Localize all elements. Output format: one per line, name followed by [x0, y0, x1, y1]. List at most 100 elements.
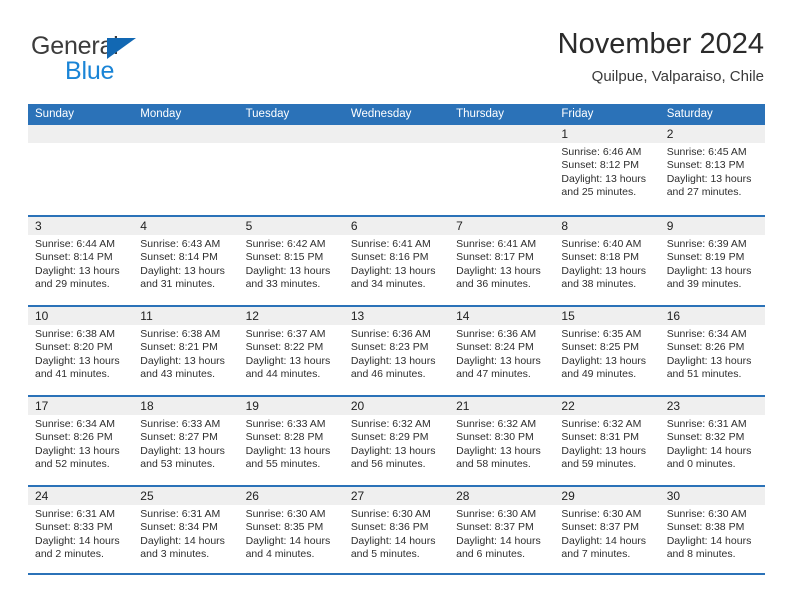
day-number-band: 18 [133, 397, 239, 415]
day-details: Sunrise: 6:42 AM Sunset: 8:15 PM Daylight:… [239, 235, 344, 292]
day-number: 18 [140, 399, 154, 413]
sunset-time: Sunset: 8:35 PM [245, 521, 324, 534]
daylight-duration-line2: and 36 minutes. [456, 278, 531, 291]
sunset-time: Sunset: 8:28 PM [245, 431, 324, 444]
calendar-day-cell[interactable]: 3 Sunrise: 6:44 AM Sunset: 8:14 PM Daylight… [28, 217, 134, 305]
weekday-header-thursday: Thursday [456, 108, 505, 120]
calendar-day-cell[interactable]: 2 Sunrise: 6:45 AM Sunset: 8:13 PM Daylight… [659, 125, 765, 215]
calendar-day-cell[interactable]: 11 Sunrise: 6:38 AM Sunset: 8:21 PM Dayligh… [133, 307, 239, 395]
day-details: Sunrise: 6:45 AM Sunset: 8:13 PM Daylight:… [660, 143, 765, 200]
daylight-duration-line1: Daylight: 14 hours [140, 534, 225, 547]
calendar-day-cell[interactable]: 14 Sunrise: 6:36 AM Sunset: 8:24 PM Dayligh… [449, 307, 555, 395]
day-number-band: 12 [238, 307, 344, 325]
day-details: Sunrise: 6:41 AM Sunset: 8:16 PM Daylight:… [344, 235, 449, 292]
calendar-day-cell[interactable]: 29 Sunrise: 6:30 AM Sunset: 8:37 PM Dayligh… [554, 487, 660, 573]
daylight-duration-line1: Daylight: 13 hours [456, 264, 541, 277]
daylight-duration-line2: and 56 minutes. [350, 458, 426, 471]
calendar-day-cell-empty [28, 125, 134, 215]
daylight-duration-line1: Daylight: 14 hours [456, 534, 541, 547]
general-blue-logo[interactable]: General Blue [31, 34, 231, 90]
sunrise-time: Sunrise: 6:31 AM [140, 508, 221, 520]
sunset-time: Sunset: 8:26 PM [666, 341, 745, 354]
calendar-week-row: 17 Sunrise: 6:34 AM Sunset: 8:26 PM Dayligh… [28, 395, 765, 485]
daylight-duration-line1: Daylight: 13 hours [456, 444, 541, 457]
daylight-duration-line1: Daylight: 13 hours [350, 264, 436, 277]
day-details: Sunrise: 6:44 AM Sunset: 8:14 PM Daylight:… [28, 235, 133, 292]
day-details: Sunrise: 6:30 AM Sunset: 8:37 PM Daylight:… [554, 505, 659, 562]
calendar-day-cell[interactable]: 4 Sunrise: 6:43 AM Sunset: 8:14 PM Daylight… [133, 217, 239, 305]
page-subtitle: Quilpue, Valparaiso, Chile [591, 68, 764, 85]
day-details: Sunrise: 6:43 AM Sunset: 8:14 PM Daylight:… [133, 235, 238, 292]
calendar-day-cell[interactable]: 5 Sunrise: 6:42 AM Sunset: 8:15 PM Daylight… [238, 217, 344, 305]
calendar-day-cell[interactable]: 10 Sunrise: 6:38 AM Sunset: 8:20 PM Dayligh… [28, 307, 134, 395]
day-details: Sunrise: 6:30 AM Sunset: 8:35 PM Daylight:… [239, 505, 344, 562]
calendar-day-cell[interactable]: 7 Sunrise: 6:41 AM Sunset: 8:17 PM Daylight… [449, 217, 555, 305]
day-details: Sunrise: 6:30 AM Sunset: 8:38 PM Daylight:… [660, 505, 765, 562]
calendar-day-cell[interactable]: 6 Sunrise: 6:41 AM Sunset: 8:16 PM Daylight… [343, 217, 450, 305]
day-details: Sunrise: 6:38 AM Sunset: 8:20 PM Daylight:… [28, 325, 133, 382]
calendar-day-cell[interactable]: 9 Sunrise: 6:39 AM Sunset: 8:19 PM Daylight… [659, 217, 765, 305]
daylight-duration-line2: and 59 minutes. [561, 458, 637, 471]
calendar-day-cell[interactable]: 15 Sunrise: 6:35 AM Sunset: 8:25 PM Dayligh… [554, 307, 660, 395]
calendar-day-cell[interactable]: 20 Sunrise: 6:32 AM Sunset: 8:29 PM Dayligh… [343, 397, 450, 485]
daylight-duration-line1: Daylight: 13 hours [35, 264, 120, 277]
day-details: Sunrise: 6:35 AM Sunset: 8:25 PM Daylight:… [554, 325, 659, 382]
calendar-day-cell[interactable]: 1 Sunrise: 6:46 AM Sunset: 8:12 PM Daylight… [554, 125, 660, 215]
daylight-duration-line1: Daylight: 13 hours [140, 354, 225, 367]
daylight-duration-line2: and 6 minutes. [456, 548, 526, 561]
sunset-time: Sunset: 8:12 PM [561, 159, 640, 172]
calendar-page: General Blue November 2024 Quilpue, Valp… [0, 0, 792, 612]
calendar-day-cell[interactable]: 16 Sunrise: 6:34 AM Sunset: 8:26 PM Dayligh… [659, 307, 765, 395]
calendar-week-row: 24 Sunrise: 6:31 AM Sunset: 8:33 PM Dayligh… [28, 485, 765, 575]
sunrise-time: Sunrise: 6:32 AM [350, 418, 431, 430]
sunrise-time: Sunrise: 6:41 AM [456, 238, 537, 250]
day-details: Sunrise: 6:39 AM Sunset: 8:19 PM Daylight:… [660, 235, 765, 292]
calendar-day-cell[interactable]: 23 Sunrise: 6:31 AM Sunset: 8:32 PM Dayligh… [659, 397, 765, 485]
calendar-day-cell[interactable]: 19 Sunrise: 6:33 AM Sunset: 8:28 PM Dayligh… [238, 397, 344, 485]
sunset-time: Sunset: 8:14 PM [140, 251, 218, 264]
day-number-band: 13 [343, 307, 450, 325]
day-details: Sunrise: 6:32 AM Sunset: 8:31 PM Daylight:… [554, 415, 659, 472]
weekday-header-saturday: Saturday [666, 108, 713, 120]
calendar-day-cell[interactable]: 12 Sunrise: 6:37 AM Sunset: 8:22 PM Dayligh… [238, 307, 344, 395]
calendar-day-cell[interactable]: 21 Sunrise: 6:32 AM Sunset: 8:30 PM Dayligh… [449, 397, 555, 485]
daylight-duration-line2: and 52 minutes. [35, 458, 110, 471]
calendar-day-cell[interactable]: 28 Sunrise: 6:30 AM Sunset: 8:37 PM Dayligh… [449, 487, 555, 573]
sunset-time: Sunset: 8:21 PM [140, 341, 218, 354]
calendar-day-cell[interactable]: 18 Sunrise: 6:33 AM Sunset: 8:27 PM Dayligh… [133, 397, 239, 485]
day-number-band: 10 [28, 307, 134, 325]
daylight-duration-line1: Daylight: 13 hours [140, 444, 225, 457]
day-details: Sunrise: 6:32 AM Sunset: 8:30 PM Daylight:… [449, 415, 554, 472]
logo-secondary-text: Blue [65, 57, 115, 85]
calendar-day-cell[interactable]: 30 Sunrise: 6:30 AM Sunset: 8:38 PM Dayligh… [659, 487, 765, 573]
day-number-band [449, 125, 555, 143]
sunrise-time: Sunrise: 6:32 AM [456, 418, 537, 430]
calendar-day-cell[interactable]: 22 Sunrise: 6:32 AM Sunset: 8:31 PM Dayligh… [554, 397, 660, 485]
sunset-time: Sunset: 8:29 PM [350, 431, 429, 444]
daylight-duration-line2: and 2 minutes. [35, 548, 104, 561]
day-details: Sunrise: 6:36 AM Sunset: 8:24 PM Daylight:… [449, 325, 554, 382]
sunrise-time: Sunrise: 6:46 AM [561, 146, 642, 158]
day-details: Sunrise: 6:37 AM Sunset: 8:22 PM Daylight:… [239, 325, 344, 382]
sunrise-time: Sunrise: 6:31 AM [35, 508, 115, 520]
calendar-day-cell[interactable]: 25 Sunrise: 6:31 AM Sunset: 8:34 PM Dayligh… [133, 487, 239, 573]
sunset-time: Sunset: 8:34 PM [140, 521, 218, 534]
day-number-band: 3 [28, 217, 134, 235]
sunset-time: Sunset: 8:13 PM [666, 159, 745, 172]
day-number-band: 30 [659, 487, 765, 505]
calendar-day-cell[interactable]: 17 Sunrise: 6:34 AM Sunset: 8:26 PM Dayligh… [28, 397, 134, 485]
calendar-day-cell[interactable]: 27 Sunrise: 6:30 AM Sunset: 8:36 PM Dayligh… [343, 487, 450, 573]
day-number-band: 17 [28, 397, 134, 415]
day-number: 11 [140, 309, 153, 323]
day-details: Sunrise: 6:40 AM Sunset: 8:18 PM Daylight:… [554, 235, 659, 292]
calendar-day-cell[interactable]: 8 Sunrise: 6:40 AM Sunset: 8:18 PM Daylight… [554, 217, 660, 305]
calendar-day-cell[interactable]: 26 Sunrise: 6:30 AM Sunset: 8:35 PM Dayligh… [238, 487, 344, 573]
sunrise-time: Sunrise: 6:42 AM [245, 238, 326, 250]
calendar-day-cell[interactable]: 24 Sunrise: 6:31 AM Sunset: 8:33 PM Dayligh… [28, 487, 134, 573]
daylight-duration-line1: Daylight: 13 hours [666, 354, 752, 367]
daylight-duration-line1: Daylight: 13 hours [350, 444, 436, 457]
day-details: Sunrise: 6:31 AM Sunset: 8:34 PM Daylight:… [133, 505, 238, 562]
day-number: 27 [350, 489, 365, 503]
calendar-day-cell[interactable]: 13 Sunrise: 6:36 AM Sunset: 8:23 PM Dayligh… [343, 307, 450, 395]
day-number-band: 21 [449, 397, 555, 415]
